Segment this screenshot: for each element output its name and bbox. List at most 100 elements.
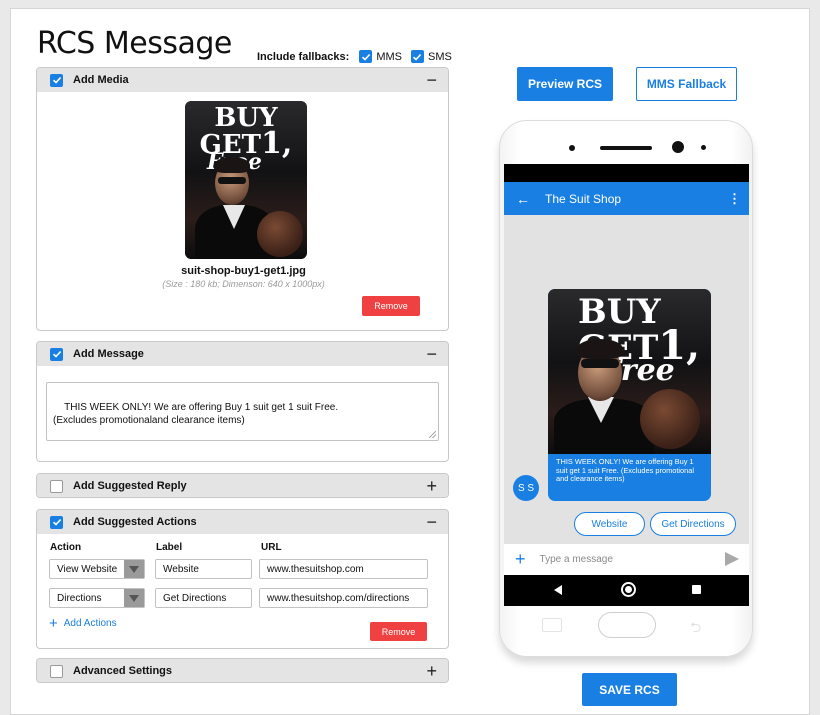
label-value: Website xyxy=(163,563,199,575)
label-input[interactable]: Get Directions xyxy=(155,588,252,608)
action-select[interactable]: View Website xyxy=(49,559,145,579)
chip-website[interactable]: Website xyxy=(574,512,645,536)
rich-card[interactable]: BUYGET1, Free THIS WEEK ONLY! We are off… xyxy=(548,289,711,501)
poster-sunglasses xyxy=(218,177,246,184)
nav-recents-icon[interactable] xyxy=(692,585,701,594)
back-key-icon: ⮌ xyxy=(690,619,702,635)
add-message-title: Add Message xyxy=(73,348,144,360)
checkbox-unchecked-icon[interactable] xyxy=(50,479,63,493)
checkbox-checked-icon[interactable] xyxy=(50,347,63,361)
add-actions-label: Add Actions xyxy=(63,618,117,629)
media-filename: suit-shop-buy1-get1.jpg xyxy=(181,265,306,277)
url-input[interactable]: www.thesuitshop.com/directions xyxy=(259,588,428,608)
suggested-actions-title: Add Suggested Actions xyxy=(73,516,197,528)
contact-name: The Suit Shop xyxy=(545,191,622,206)
remove-media-button[interactable]: Remove xyxy=(362,296,420,316)
poster-glove xyxy=(640,389,700,449)
add-actions-link[interactable]: + Add Actions xyxy=(49,614,117,632)
sms-label: SMS xyxy=(427,50,452,63)
android-nav-bar xyxy=(504,575,749,606)
preview-rcs-button[interactable]: Preview RCS xyxy=(517,67,613,101)
advanced-settings-title: Advanced Settings xyxy=(73,665,173,677)
url-value: www.thesuitshop.com/directions xyxy=(267,592,410,604)
page-title: RCS Message xyxy=(37,26,232,61)
suggested-reply-panel: Add Suggested Reply + xyxy=(36,473,449,498)
remove-actions-button[interactable]: Remove xyxy=(370,622,427,641)
column-url: URL xyxy=(261,542,282,553)
add-media-title: Add Media xyxy=(73,74,129,86)
column-label: Label xyxy=(156,542,183,553)
resize-handle-icon[interactable] xyxy=(429,431,436,438)
phone-speaker xyxy=(600,146,652,150)
home-key[interactable] xyxy=(598,612,656,638)
nav-home-icon[interactable] xyxy=(621,582,636,597)
poster-hair xyxy=(214,157,250,173)
checkbox-checked-icon[interactable] xyxy=(50,73,63,87)
status-bar xyxy=(504,164,749,182)
advanced-settings-panel: Advanced Settings + xyxy=(36,658,449,683)
suggested-actions-header[interactable]: Add Suggested Actions − xyxy=(37,510,448,534)
sms-fallback-checkbox[interactable]: SMS xyxy=(410,50,452,63)
checkbox-checked-icon[interactable] xyxy=(50,515,63,529)
suggested-reply-header[interactable]: Add Suggested Reply + xyxy=(37,474,448,497)
recent-apps-key-icon xyxy=(542,618,562,632)
mms-fallback-button[interactable]: MMS Fallback xyxy=(636,67,737,101)
collapse-icon[interactable]: − xyxy=(426,512,437,532)
expand-icon[interactable]: + xyxy=(426,661,437,681)
poster-image: BUYGET1, Free xyxy=(185,101,307,259)
checkbox-unchecked-icon[interactable] xyxy=(50,664,63,678)
add-message-panel: Add Message − THIS WEEK ONLY! We are off… xyxy=(36,341,449,462)
advanced-settings-header[interactable]: Advanced Settings + xyxy=(37,659,448,682)
poster-image: BUYGET1, Free xyxy=(548,289,711,454)
message-text: THIS WEEK ONLY! We are offering Buy 1 su… xyxy=(53,402,339,426)
message-textarea[interactable]: THIS WEEK ONLY! We are offering Buy 1 su… xyxy=(46,382,439,441)
phone-dot xyxy=(701,145,706,150)
url-value: www.thesuitshop.com xyxy=(267,563,364,575)
action-value: View Website xyxy=(57,563,118,575)
add-media-panel: Add Media − BUYGET1, Free suit-shop-buy1… xyxy=(36,67,449,331)
more-options-icon[interactable]: ⋮ xyxy=(728,191,741,207)
poster-glove xyxy=(257,211,303,257)
save-rcs-button[interactable]: SAVE RCS xyxy=(582,673,677,706)
chip-get-directions[interactable]: Get Directions xyxy=(650,512,736,536)
mms-fallback-checkbox[interactable]: MMS xyxy=(359,50,402,63)
message-composer[interactable]: + Type a message xyxy=(504,544,749,575)
add-media-header[interactable]: Add Media − xyxy=(37,68,448,92)
send-icon[interactable] xyxy=(725,552,739,566)
label-input[interactable]: Website xyxy=(155,559,252,579)
collapse-icon[interactable]: − xyxy=(426,70,437,90)
media-thumbnail: BUYGET1, Free xyxy=(185,101,307,259)
plus-icon: + xyxy=(49,614,58,632)
column-action: Action xyxy=(50,542,82,553)
suggested-reply-title: Add Suggested Reply xyxy=(73,480,187,492)
fallbacks-row: Include fallbacks: MMS SMS xyxy=(257,50,461,63)
card-message-text: THIS WEEK ONLY! We are offering Buy 1 su… xyxy=(556,457,695,483)
card-image: BUYGET1, Free xyxy=(548,289,711,454)
app-bar: ← The Suit Shop ⋮ xyxy=(504,182,749,215)
checkbox-checked-icon[interactable] xyxy=(410,50,424,63)
dropdown-arrow-icon[interactable] xyxy=(124,560,144,578)
contact-avatar: S S xyxy=(513,475,539,501)
nav-back-icon[interactable] xyxy=(554,585,562,595)
fallbacks-label: Include fallbacks: xyxy=(257,50,350,63)
suggested-actions-panel: Add Suggested Actions − Action Label URL… xyxy=(36,509,449,649)
phone-camera xyxy=(672,141,684,153)
poster-sunglasses xyxy=(581,359,619,368)
phone-screen: ← The Suit Shop ⋮ BUYGET1, Free THIS WEE… xyxy=(504,164,749,606)
label-value: Get Directions xyxy=(163,592,227,604)
attach-plus-icon[interactable]: + xyxy=(515,549,526,570)
add-message-header[interactable]: Add Message − xyxy=(37,342,448,366)
phone-sensor xyxy=(569,145,575,151)
mms-label: MMS xyxy=(376,50,402,63)
action-select[interactable]: Directions xyxy=(49,588,145,608)
media-filesize: (Size : 180 kb; Dimenson: 640 x 1000px) xyxy=(162,279,325,289)
url-input[interactable]: www.thesuitshop.com xyxy=(259,559,428,579)
expand-icon[interactable]: + xyxy=(426,476,437,496)
back-arrow-icon[interactable]: ← xyxy=(516,191,530,207)
action-value: Directions xyxy=(57,592,102,604)
poster-hair xyxy=(577,339,623,359)
composer-placeholder: Type a message xyxy=(539,554,613,565)
collapse-icon[interactable]: − xyxy=(426,344,437,364)
dropdown-arrow-icon[interactable] xyxy=(124,589,144,607)
checkbox-checked-icon[interactable] xyxy=(359,50,373,63)
